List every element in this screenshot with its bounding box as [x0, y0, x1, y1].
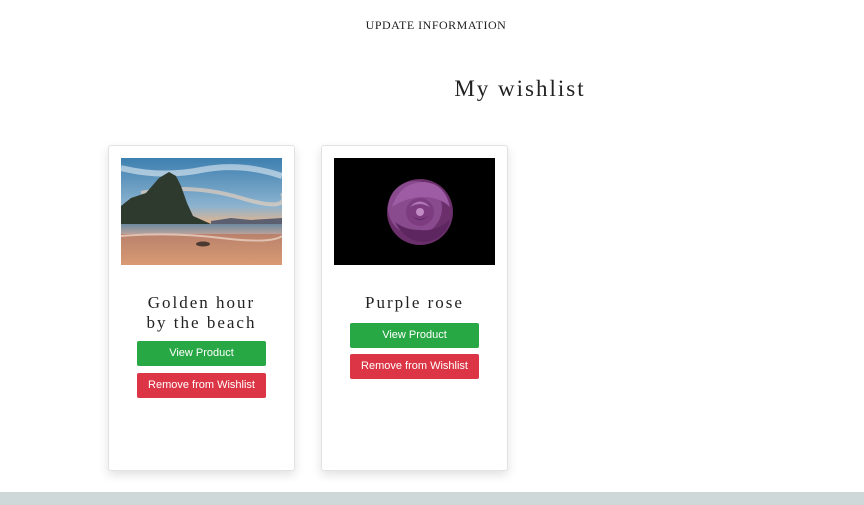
footer-bar [0, 492, 864, 505]
product-name: Purple rose [322, 293, 507, 313]
remove-from-wishlist-button[interactable]: Remove from Wishlist [350, 354, 479, 379]
product-image-purple-rose[interactable] [334, 158, 495, 265]
page-title: My wishlist [454, 76, 586, 101]
product-name-line-1: Purple rose [365, 293, 464, 312]
remove-from-wishlist-button[interactable]: Remove from Wishlist [137, 373, 266, 398]
page: UPDATE INFORMATION My wishlist Golden ho… [0, 0, 864, 505]
wishlist-card: Purple rose View Product Remove from Wis… [321, 145, 508, 471]
view-product-button[interactable]: View Product [350, 323, 479, 348]
update-information-link[interactable]: UPDATE INFORMATION [0, 18, 864, 33]
product-name-line-2: by the beach [146, 313, 257, 332]
view-product-button[interactable]: View Product [137, 341, 266, 366]
product-name: Golden hour by the beach [109, 293, 294, 333]
wishlist-card: Golden hour by the beach View Product Re… [108, 145, 295, 471]
product-image-beach-sunset[interactable] [121, 158, 282, 265]
product-name-line-1: Golden hour [147, 293, 256, 312]
